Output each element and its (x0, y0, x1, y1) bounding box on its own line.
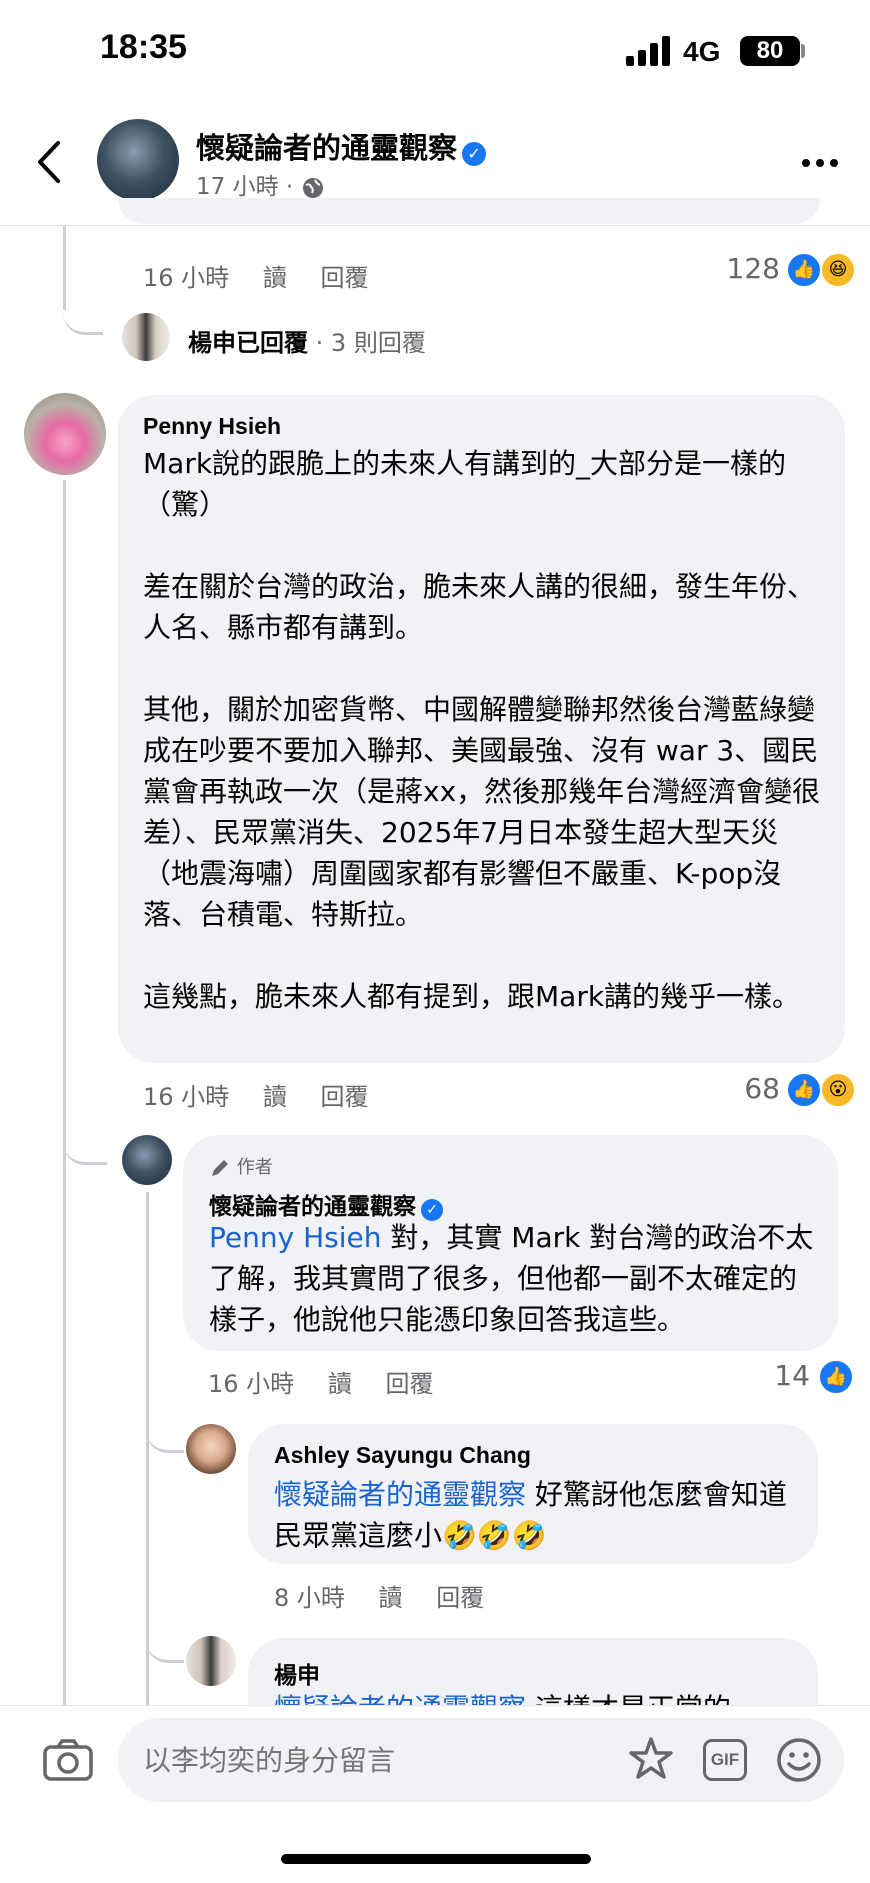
comment-time: 16 小時 (143, 1083, 230, 1111)
pencil-icon (212, 1160, 228, 1176)
replier-name: 楊申 (188, 330, 236, 357)
verified-badge-icon: ✓ (462, 141, 487, 166)
commenter-name[interactable]: Penny Hsieh (143, 413, 281, 440)
like-link[interactable]: 讀 (263, 1083, 287, 1111)
comment-text: Penny Hsieh 對，其實 Mark 對台灣的政治不太了解，我其實問了很多… (209, 1217, 819, 1340)
comment-time: 16 小時 (143, 264, 230, 292)
reply-link[interactable]: 回覆 (320, 264, 368, 292)
like-reaction-icon: 👍 (818, 1359, 854, 1395)
post-time: 17 小時 (196, 174, 279, 200)
like-link[interactable]: 讀 (328, 1370, 352, 1398)
status-time: 18:35 (100, 28, 187, 66)
smiley-icon (777, 1738, 821, 1782)
replied-label: 已回覆 (236, 329, 308, 357)
reaction-count[interactable]: 68 (700, 1072, 780, 1105)
author-badge: 作者 (236, 1157, 273, 1178)
like-link[interactable]: 讀 (379, 1584, 403, 1612)
comment-meta: 16 小時 讀 回覆 (143, 258, 394, 293)
thread-curve (146, 1400, 184, 1453)
comment-meta: 16 小時 讀 回覆 (208, 1364, 459, 1399)
reply-bubble: 作者 懷疑論者的通靈觀察 ✓ Penny Hsieh 對，其實 Mark 對台灣… (183, 1135, 838, 1351)
reply-link[interactable]: 回覆 (385, 1370, 433, 1398)
like-reaction-icon: 👍 (786, 1072, 822, 1108)
reply-bubble: Ashley Sayungu Chang 懷疑論者的通靈觀察 好驚訝他怎麼會知道… (248, 1424, 818, 1564)
view-replies-link[interactable]: 楊申已回覆 · 3 則回覆 (188, 323, 426, 358)
like-link[interactable]: 讀 (263, 264, 287, 292)
more-button[interactable] (798, 143, 842, 183)
reaction-count[interactable]: 128 (700, 252, 780, 285)
reply-link[interactable]: 回覆 (320, 1083, 368, 1111)
thread-curve (63, 280, 103, 335)
gif-button[interactable]: GIF (703, 1739, 747, 1781)
replier-avatar[interactable] (122, 313, 170, 361)
camera-icon (43, 1739, 93, 1781)
mention-link[interactable]: Penny Hsieh (209, 1221, 381, 1254)
signal-icon (626, 36, 672, 66)
commenter-avatar[interactable] (186, 1424, 236, 1474)
comment-time: 16 小時 (208, 1370, 295, 1398)
wow-reaction-icon: 😮 (820, 1072, 856, 1108)
comment-time: 8 小時 (274, 1584, 345, 1612)
comment-text: Mark說的跟脆上的未來人有講到的_大部分是一樣的（驚） 差在關於台灣的政治，脆… (143, 447, 821, 1013)
like-reaction-icon: 👍 (786, 252, 822, 288)
comment-bubble: Penny Hsieh Mark說的跟脆上的未來人有講到的_大部分是一樣的（驚）… (118, 395, 845, 1063)
comment-text: 懷疑論者的通靈觀察 好驚訝他怎麼會知道民眾黨這麼小🤣🤣🤣 (274, 1474, 804, 1556)
mention-link[interactable]: 懷疑論者的通靈觀察 (274, 1478, 526, 1511)
thread-curve (146, 1610, 184, 1663)
battery-tip (801, 44, 805, 58)
globe-icon (302, 177, 323, 198)
comment-bubble-cutoff (118, 198, 820, 224)
thread-curve (63, 1110, 107, 1165)
emoji-button[interactable] (775, 1736, 823, 1784)
commenter-name[interactable]: 楊申 (274, 1656, 320, 1690)
sticker-button[interactable] (626, 1735, 676, 1785)
commenter-avatar[interactable] (186, 1636, 236, 1686)
more-horizontal-icon (802, 159, 838, 167)
camera-button[interactable] (42, 1738, 94, 1782)
home-indicator[interactable] (281, 1854, 591, 1864)
gif-label: GIF (710, 1750, 740, 1769)
page-name[interactable]: 懷疑論者的通靈觀察 (196, 133, 457, 165)
commenter-avatar[interactable] (24, 393, 106, 475)
thread-line (63, 480, 66, 1705)
commenter-name[interactable]: 懷疑論者的通靈觀察 (209, 1193, 416, 1219)
commenter-name[interactable]: Ashley Sayungu Chang (274, 1442, 531, 1469)
author-avatar[interactable] (122, 1135, 172, 1185)
reaction-count[interactable]: 14 (730, 1359, 810, 1392)
chevron-left-icon (38, 141, 60, 183)
comment-meta: 8 小時 讀 回覆 (274, 1578, 510, 1613)
comment-meta: 16 小時 讀 回覆 (143, 1077, 394, 1112)
haha-reaction-icon: 😆 (820, 252, 856, 288)
header-divider (0, 225, 870, 226)
separator-dot: · (315, 329, 324, 357)
sticker-icon (629, 1737, 673, 1779)
reply-link[interactable]: 回覆 (436, 1584, 484, 1612)
separator-dot: · (285, 174, 294, 200)
back-button[interactable] (30, 137, 70, 187)
reply-count: 3 則回覆 (330, 329, 426, 357)
page-avatar[interactable] (97, 119, 179, 201)
battery-icon: 80 (740, 36, 800, 66)
network-type: 4G (683, 36, 721, 67)
